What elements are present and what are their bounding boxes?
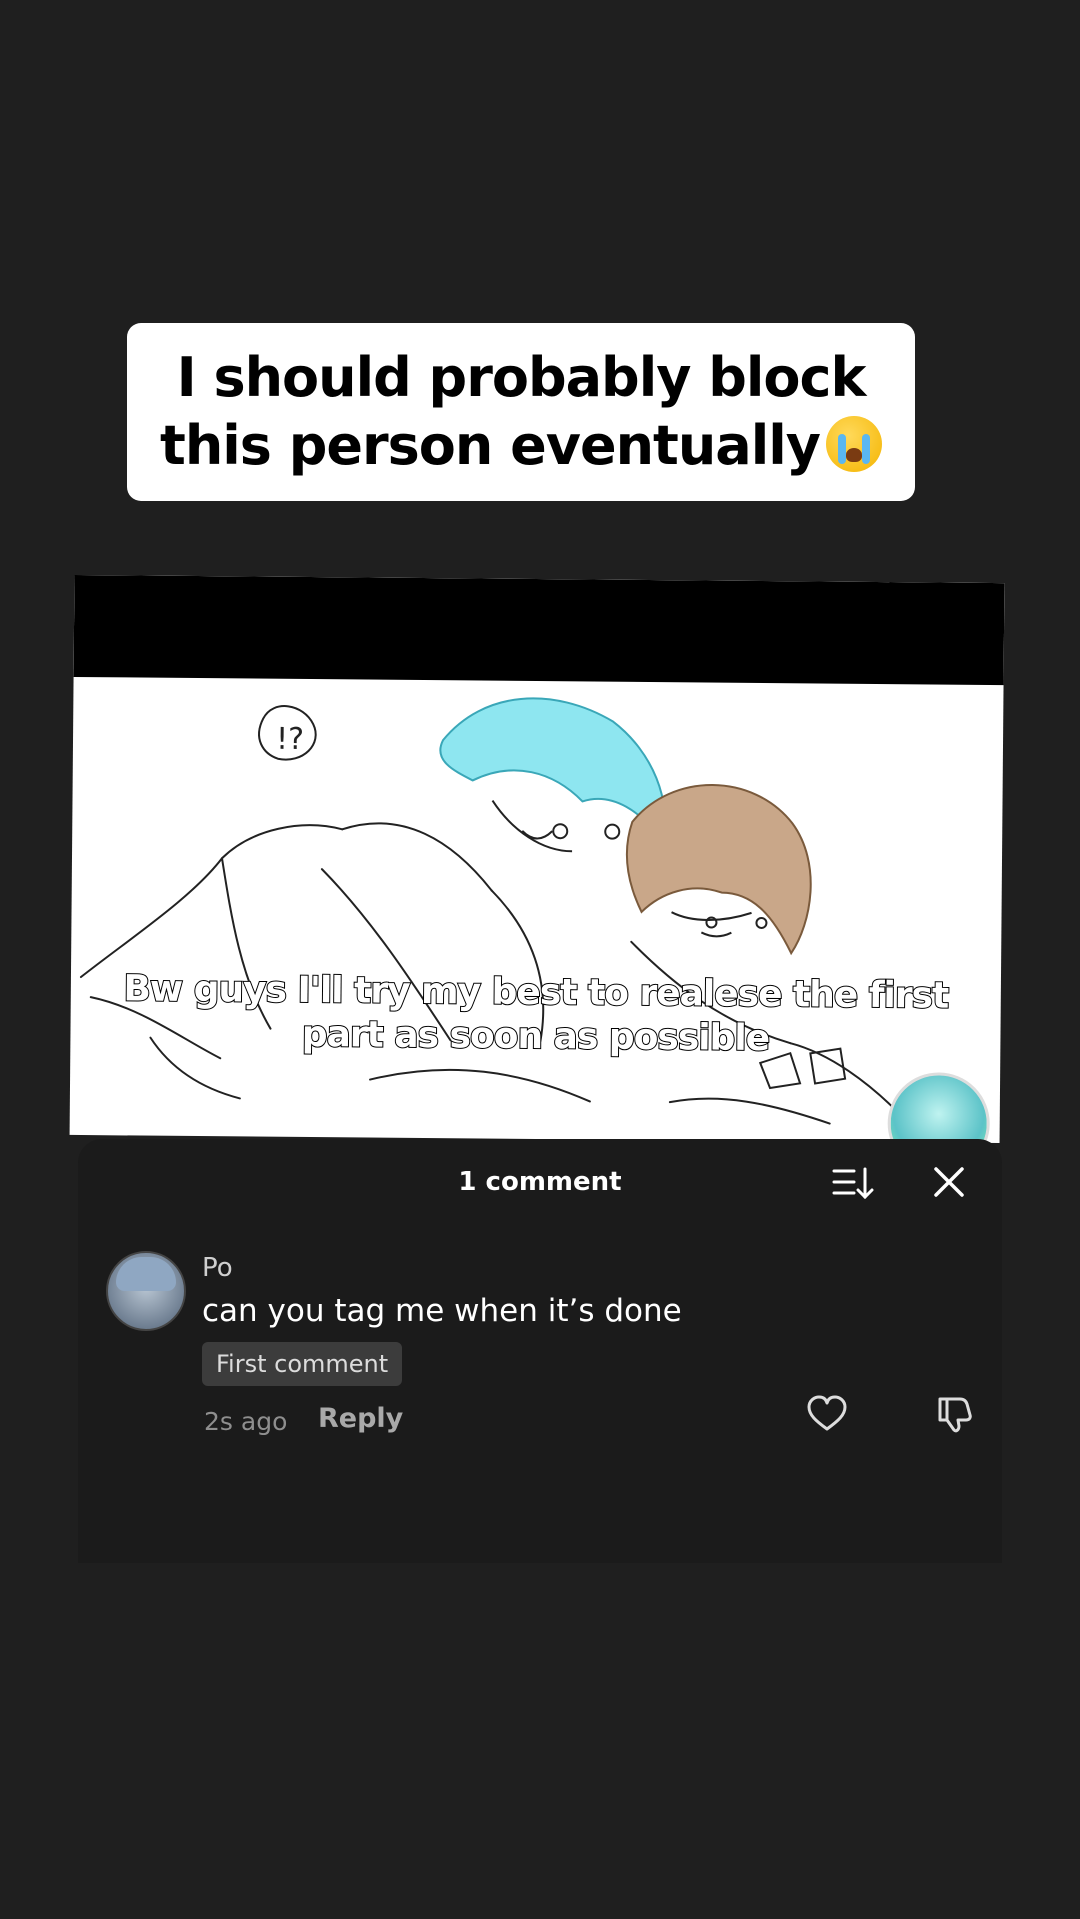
commenter-avatar[interactable]: [106, 1251, 186, 1331]
close-icon[interactable]: [930, 1163, 968, 1201]
caption-line-2: this person eventually: [160, 414, 821, 477]
caption-line-1: I should probably block: [176, 346, 867, 409]
comments-sheet: 1 comment Po can you tag me when it’s do…: [78, 1139, 1002, 1563]
reply-button[interactable]: Reply: [318, 1403, 403, 1434]
comment-timestamp: 2s ago: [204, 1407, 288, 1436]
story-caption-card: I should probably block this person even…: [127, 323, 915, 501]
subtitle-line-2: part as soon as possible: [301, 1013, 771, 1060]
first-comment-badge: First comment: [202, 1342, 403, 1386]
comment-text: can you tag me when it’s done: [202, 1293, 682, 1329]
heart-icon[interactable]: [806, 1395, 848, 1433]
subtitle-line-1: Bw guys I'll try my best to realese the …: [122, 967, 949, 1017]
video-screenshot: !? Bw guys I'll try my best to realese t…: [69, 574, 1005, 1144]
story-caption: I should probably block this person even…: [160, 344, 882, 480]
comment-username[interactable]: Po: [202, 1253, 233, 1283]
sketch-illustration: !?: [79, 697, 901, 1125]
sort-icon[interactable]: [832, 1165, 874, 1201]
svg-text:!?: !?: [276, 722, 304, 757]
thumbs-down-icon[interactable]: [934, 1393, 974, 1433]
video-subtitle: Bw guys I'll try my best to realese the …: [70, 967, 1001, 1063]
crying-emoji-icon: [825, 416, 882, 472]
video-top-bar: [73, 574, 1005, 686]
